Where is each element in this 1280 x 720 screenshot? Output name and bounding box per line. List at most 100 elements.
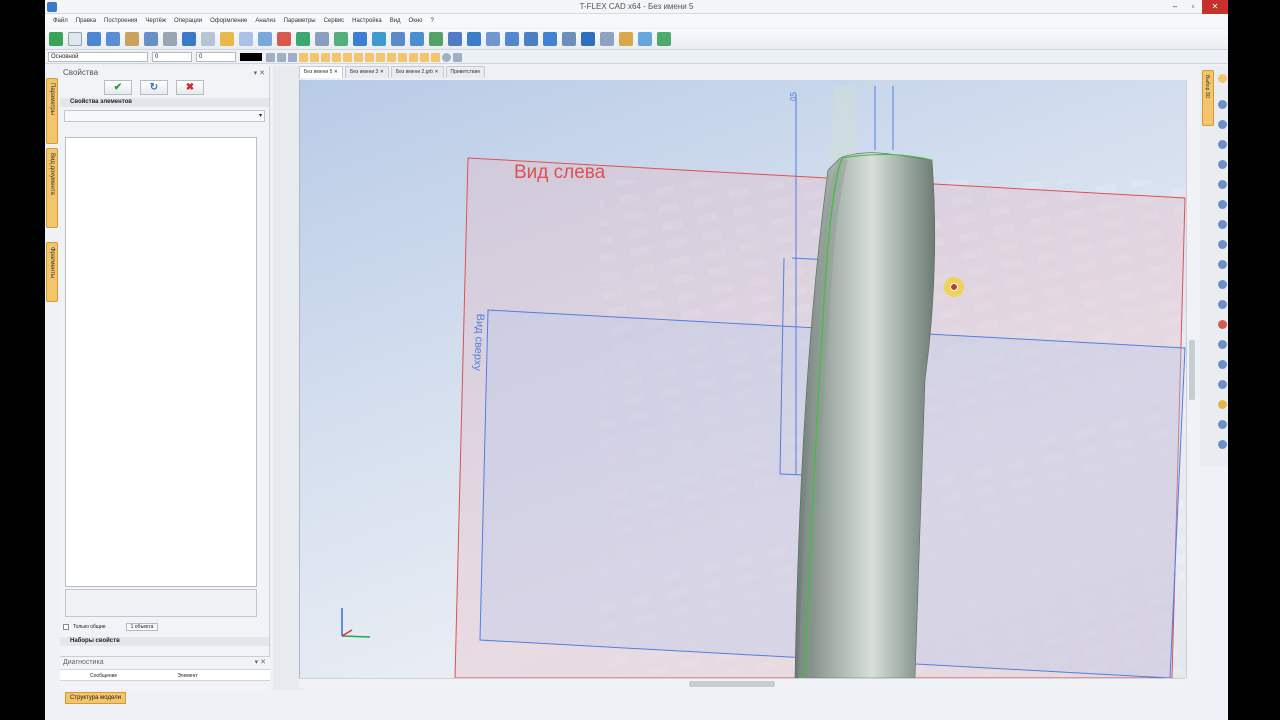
left-view-label[interactable]: Вид слева (514, 162, 605, 184)
extrude-icon[interactable] (353, 32, 367, 46)
render-icon[interactable] (657, 32, 671, 46)
menu-drawing[interactable]: Чертёж (145, 18, 166, 24)
tab-3d-selection[interactable]: Выбор 3D (1202, 70, 1214, 126)
snap-point-icon[interactable] (409, 52, 418, 62)
snap-tangent-icon[interactable] (332, 52, 341, 62)
snap-vertex-icon[interactable] (420, 52, 429, 62)
filter-label-icon[interactable] (1218, 400, 1227, 409)
cancel-button[interactable]: ✖ (176, 80, 204, 95)
filter-sketch-icon[interactable] (1218, 260, 1227, 269)
tab-document-view[interactable]: Вид документа (46, 148, 58, 228)
snap-perp-icon[interactable] (376, 52, 385, 62)
filter-material-icon[interactable] (1218, 420, 1227, 429)
print-icon[interactable] (163, 32, 177, 46)
filter-loop-icon[interactable] (1218, 180, 1227, 189)
level-combo[interactable]: 0 (152, 52, 192, 62)
tab-model-structure[interactable]: Структура модели (65, 692, 126, 704)
loft-icon[interactable] (391, 32, 405, 46)
minimize-button[interactable]: – (1166, 0, 1184, 14)
pencil-icon[interactable] (220, 32, 234, 46)
rotate-icon[interactable] (372, 32, 386, 46)
filter-vertex-icon[interactable] (1218, 160, 1227, 169)
objects-count-button[interactable]: 1 объекта (125, 622, 159, 631)
snap-angle-icon[interactable] (398, 52, 407, 62)
filter-icon[interactable] (266, 52, 275, 62)
doc-tab-4[interactable]: Приветствие (445, 66, 486, 78)
diagnostics-pin-icon[interactable]: ▾ ✕ (255, 657, 266, 669)
filter-axis-icon[interactable] (1218, 200, 1227, 209)
visibility-icon[interactable] (442, 52, 451, 62)
cut-icon[interactable] (505, 32, 519, 46)
thread-icon[interactable] (524, 32, 538, 46)
redo-icon[interactable] (201, 32, 215, 46)
menu-edit[interactable]: Правка (76, 18, 96, 24)
layer-combo[interactable]: Основной (48, 52, 148, 62)
menu-parameters[interactable]: Параметры (284, 18, 316, 24)
menu-help[interactable]: ? (431, 18, 434, 24)
element-type-select[interactable]: ▾ (64, 110, 265, 122)
menu-operations[interactable]: Операции (174, 18, 202, 24)
menu-service[interactable]: Сервис (324, 18, 345, 24)
grid-icon[interactable] (277, 52, 286, 62)
filter-lcs-icon[interactable] (1218, 300, 1227, 309)
new-doc-icon[interactable] (68, 32, 82, 46)
vertical-scrollbar[interactable] (1186, 80, 1196, 678)
color-swatch[interactable] (240, 53, 262, 61)
boolean-icon[interactable] (410, 32, 424, 46)
assembly-icon[interactable] (600, 32, 614, 46)
snap-edge-icon[interactable] (431, 52, 440, 62)
lock-icon[interactable] (453, 52, 462, 62)
snap-grid-icon[interactable] (387, 52, 396, 62)
filter-edge-icon[interactable] (1218, 140, 1227, 149)
menu-analysis[interactable]: Анализ (255, 18, 275, 24)
sketch-icon[interactable] (258, 32, 272, 46)
open-icon[interactable] (87, 32, 101, 46)
only-common-checkbox[interactable] (63, 623, 69, 630)
vscroll-thumb[interactable] (1189, 340, 1195, 400)
filter-body-icon[interactable] (1218, 100, 1227, 109)
maximize-button[interactable]: ▫ (1184, 0, 1202, 14)
snap-mid-icon[interactable] (354, 52, 363, 62)
menu-design[interactable]: Оформление (210, 18, 247, 24)
3d-viewport[interactable]: Вид слева Вид сверху 50 (299, 80, 1186, 678)
filter-plane-icon[interactable] (1218, 220, 1227, 229)
dimension-icon[interactable] (619, 32, 633, 46)
array-icon[interactable] (467, 32, 481, 46)
apply-button[interactable]: ↻ (140, 80, 168, 95)
filter-operation-icon[interactable] (1218, 340, 1227, 349)
property-grid[interactable] (65, 137, 257, 587)
hscroll-thumb[interactable] (689, 681, 775, 687)
col-element[interactable]: Элемент (117, 670, 197, 680)
filter-dimension-icon[interactable] (1218, 380, 1227, 389)
tab-fragments[interactable]: Фрагменты (46, 242, 58, 302)
smooth-icon[interactable] (429, 32, 443, 46)
snap-node-icon[interactable] (299, 52, 308, 62)
menu-construct[interactable]: Построения (104, 18, 137, 24)
doc-tab-2[interactable]: Без имени 3 ✕ (344, 66, 389, 78)
menu-settings[interactable]: Настройка (352, 18, 382, 24)
doc-tab-1[interactable]: Без имени 5 ✕ (299, 66, 343, 78)
open-folder-icon[interactable] (125, 32, 139, 46)
copy-icon[interactable] (239, 32, 253, 46)
snap-center-icon[interactable] (321, 52, 330, 62)
snap-intersect-icon[interactable] (343, 52, 352, 62)
section-icon[interactable] (581, 32, 595, 46)
menu-file[interactable]: Файл (53, 18, 68, 24)
new-model-icon[interactable] (49, 32, 63, 46)
filter-path-icon[interactable] (1218, 320, 1227, 329)
dimension-value[interactable]: 50 (788, 92, 797, 101)
chamfer-icon[interactable] (448, 32, 462, 46)
save-all-icon[interactable] (144, 32, 158, 46)
snap-icon[interactable] (288, 52, 297, 62)
tab-parameters[interactable]: Параметры (46, 78, 58, 144)
filter-point-icon[interactable] (1218, 240, 1227, 249)
snap-line-icon[interactable] (310, 52, 319, 62)
axis-icon[interactable] (315, 32, 329, 46)
section-element-properties[interactable]: Свойства элементов (60, 98, 269, 107)
col-message[interactable]: Сообщение (60, 670, 117, 680)
save-icon[interactable] (106, 32, 120, 46)
profile-icon[interactable] (334, 32, 348, 46)
section-property-sets[interactable]: Наборы свойств (60, 637, 269, 646)
filter-profile-icon[interactable] (1218, 280, 1227, 289)
filter-face-icon[interactable] (1218, 120, 1227, 129)
